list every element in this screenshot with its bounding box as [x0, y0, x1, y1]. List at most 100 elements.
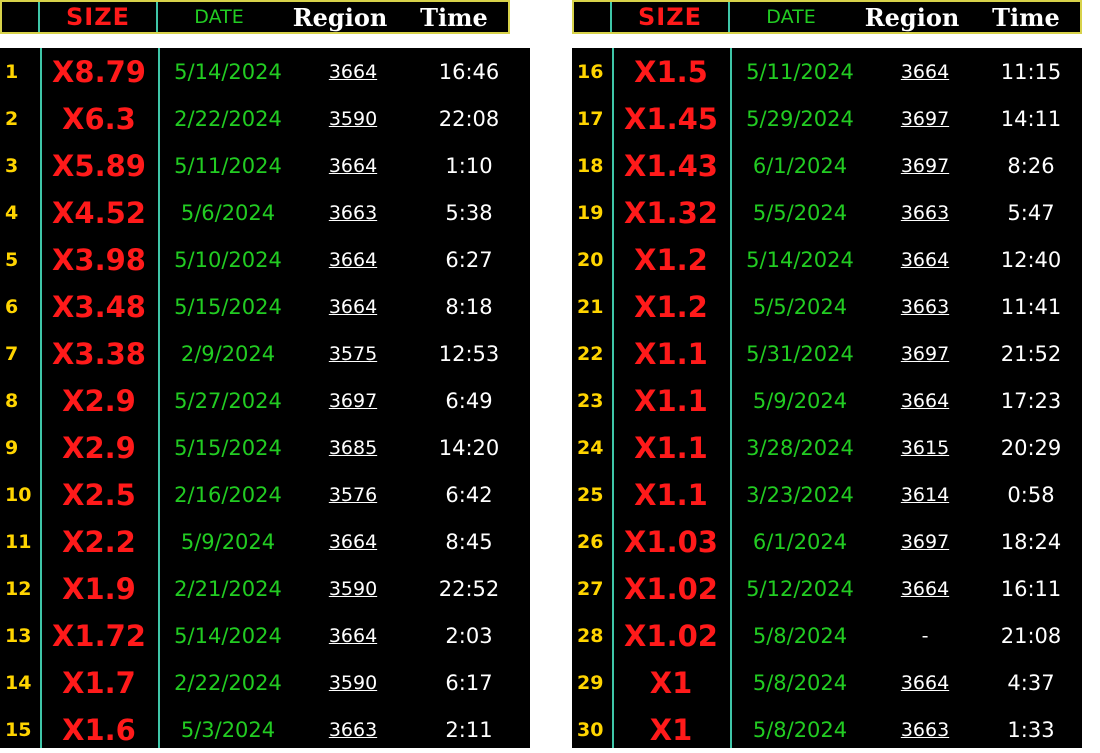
region-link: -	[921, 624, 929, 647]
table-row: 23 X1.1 5/9/2024 3664 17:23	[572, 377, 1082, 424]
region-link[interactable]: 3697	[298, 377, 408, 424]
flare-time: 12:40	[1000, 247, 1062, 272]
flare-date: 5/29/2024	[746, 106, 854, 131]
flare-date: 5/6/2024	[180, 200, 276, 225]
region-link[interactable]: 3664	[870, 48, 980, 95]
region-link[interactable]: 3664	[298, 283, 408, 330]
region-link[interactable]: 3615	[870, 424, 980, 471]
region-link[interactable]: 3614	[870, 471, 980, 518]
table-row: 30 X1 5/8/2024 3663 1:33	[572, 706, 1082, 753]
region-link[interactable]: 3663	[298, 189, 408, 236]
flare-time: 12:53	[438, 341, 500, 366]
flare-size: X1.1	[634, 383, 708, 418]
region-link[interactable]: 3664	[870, 565, 980, 612]
row-number: 17	[577, 107, 604, 130]
flare-size: X1.6	[62, 712, 136, 747]
flare-size: X1.02	[624, 571, 718, 606]
flare-date: 2/16/2024	[174, 482, 282, 507]
region-link[interactable]: 3664	[870, 236, 980, 283]
flare-date: 5/14/2024	[746, 247, 854, 272]
flare-size: X1.1	[634, 477, 708, 512]
row-number: 26	[577, 530, 604, 553]
flare-date: 2/9/2024	[180, 341, 276, 366]
flare-time: 20:29	[1000, 435, 1062, 460]
flare-size: X1.02	[624, 618, 718, 653]
table-row: 15 X1.6 5/3/2024 3663 2:11	[0, 706, 530, 753]
flare-time: 2:11	[445, 717, 493, 742]
flare-date: 5/3/2024	[180, 717, 276, 742]
flare-date: 5/15/2024	[174, 435, 282, 460]
flare-time: 1:33	[1007, 717, 1055, 742]
flare-date: 2/22/2024	[174, 106, 282, 131]
flare-date: 5/27/2024	[174, 388, 282, 413]
table-row: 19 X1.32 5/5/2024 3663 5:47	[572, 189, 1082, 236]
flare-time: 6:17	[445, 670, 493, 695]
region-link[interactable]: 3664	[298, 48, 408, 95]
flare-size: X2.9	[62, 430, 136, 465]
header-date: DATE	[766, 6, 816, 28]
flare-date: 5/5/2024	[752, 294, 848, 319]
flare-date: 5/10/2024	[174, 247, 282, 272]
header-time: Time	[420, 2, 488, 32]
flare-size: X3.98	[52, 242, 146, 277]
region-link[interactable]: 3663	[870, 706, 980, 753]
flare-size: X4.52	[52, 195, 146, 230]
row-number: 24	[577, 436, 604, 459]
flare-table-left: SIZE DATE Region Time 1 X8.79 5/14/2024 366…	[0, 0, 530, 748]
flare-time: 14:11	[1000, 106, 1062, 131]
row-number: 2	[5, 107, 19, 130]
flare-size: X1.9	[62, 571, 136, 606]
region-link[interactable]: 3576	[298, 471, 408, 518]
table-row: 16 X1.5 5/11/2024 3664 11:15	[572, 48, 1082, 95]
region-link[interactable]: 3664	[298, 142, 408, 189]
region-link[interactable]: 3697	[870, 330, 980, 377]
region-link[interactable]: 3663	[870, 189, 980, 236]
region-link[interactable]: 3697	[870, 95, 980, 142]
flare-time: 8:26	[1007, 153, 1055, 178]
region-link[interactable]: 3664	[870, 659, 980, 706]
region-link[interactable]: 3663	[870, 283, 980, 330]
flare-time: 8:45	[445, 529, 493, 554]
flare-time: 5:38	[445, 200, 493, 225]
table-row: 9 X2.9 5/15/2024 3685 14:20	[0, 424, 530, 471]
region-link[interactable]: 3664	[298, 236, 408, 283]
flare-time: 6:42	[445, 482, 493, 507]
region-link[interactable]: 3697	[870, 518, 980, 565]
row-number: 22	[577, 342, 604, 365]
flare-date: 5/14/2024	[174, 59, 282, 84]
row-number: 30	[577, 718, 604, 741]
flare-date: 5/9/2024	[752, 388, 848, 413]
header-region: Region	[864, 2, 960, 32]
region-link[interactable]: 3664	[870, 377, 980, 424]
flare-time: 21:08	[1000, 623, 1062, 648]
flare-time: 6:27	[445, 247, 493, 272]
flare-size: X3.48	[52, 289, 146, 324]
row-number: 25	[577, 483, 604, 506]
region-link[interactable]: 3663	[298, 706, 408, 753]
region-link[interactable]: 3697	[870, 142, 980, 189]
row-number: 6	[5, 295, 19, 318]
flare-time: 17:23	[1000, 388, 1062, 413]
flare-time: 4:37	[1007, 670, 1055, 695]
flare-date: 5/11/2024	[746, 59, 854, 84]
table-row: 10 X2.5 2/16/2024 3576 6:42	[0, 471, 530, 518]
flare-size: X2.2	[62, 524, 136, 559]
table-row: 20 X1.2 5/14/2024 3664 12:40	[572, 236, 1082, 283]
region-link[interactable]: 3664	[298, 612, 408, 659]
flare-date: 3/23/2024	[746, 482, 854, 507]
region-link[interactable]: 3685	[298, 424, 408, 471]
region-link[interactable]: 3590	[298, 659, 408, 706]
region-link[interactable]: 3664	[298, 518, 408, 565]
flare-time: 5:47	[1007, 200, 1055, 225]
region-link[interactable]: 3590	[298, 565, 408, 612]
flare-date: 5/8/2024	[752, 717, 848, 742]
region-link[interactable]: 3575	[298, 330, 408, 377]
flare-date: 5/14/2024	[174, 623, 282, 648]
row-number: 28	[577, 624, 604, 647]
flare-time: 21:52	[1000, 341, 1062, 366]
region-link[interactable]: 3590	[298, 95, 408, 142]
row-number: 19	[577, 201, 604, 224]
header-date: DATE	[194, 6, 244, 28]
table-row: 29 X1 5/8/2024 3664 4:37	[572, 659, 1082, 706]
row-number: 20	[577, 248, 604, 271]
